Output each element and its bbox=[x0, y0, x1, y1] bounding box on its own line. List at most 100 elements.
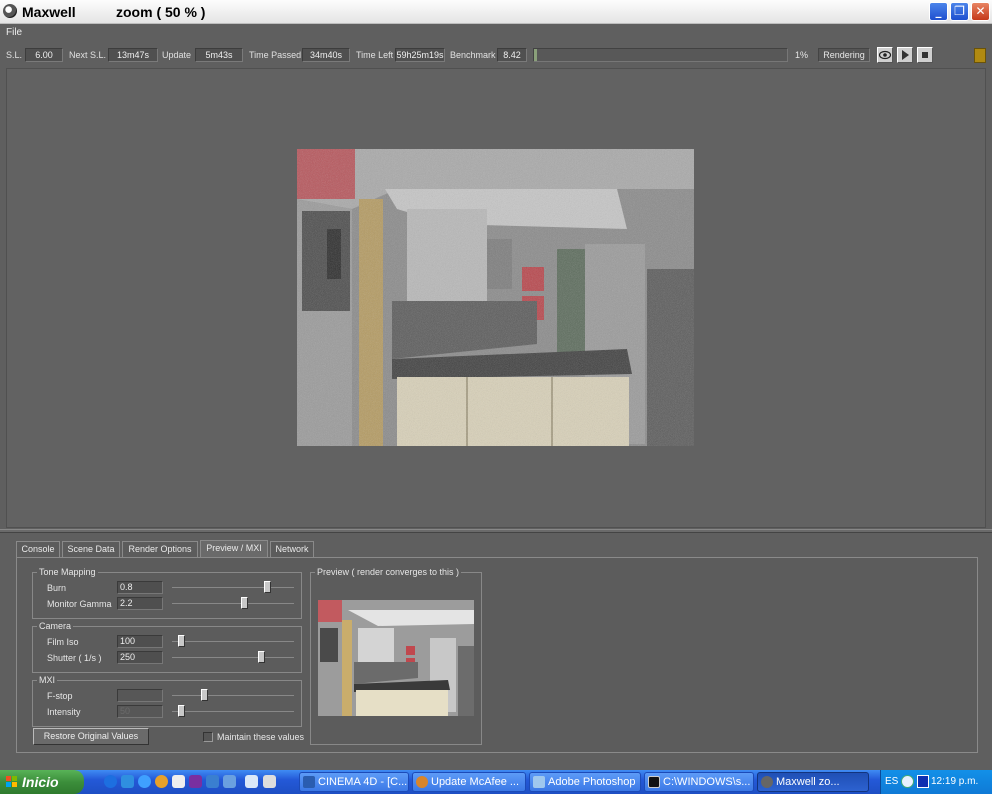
desktop-icon[interactable] bbox=[121, 775, 134, 788]
benchmark-label: Benchmark bbox=[450, 50, 496, 60]
language-indicator[interactable]: ES bbox=[885, 776, 898, 787]
next-sl-value: 13m47s bbox=[108, 48, 158, 62]
start-button[interactable]: Inicio bbox=[0, 770, 84, 794]
minimize-button[interactable]: _ bbox=[929, 2, 948, 21]
tab-preview-mxi[interactable]: Preview / MXI bbox=[200, 540, 268, 558]
messenger-icon[interactable] bbox=[138, 775, 151, 788]
film-iso-slider-thumb[interactable] bbox=[177, 635, 185, 647]
task-mcafee-label: Update McAfee ... bbox=[431, 776, 520, 788]
tray-arrow-icon[interactable] bbox=[901, 775, 914, 788]
intensity-label: Intensity bbox=[47, 707, 81, 717]
maxwell-app-icon bbox=[3, 4, 17, 18]
close-button[interactable]: ✕ bbox=[971, 2, 990, 21]
mxi-group: MXI bbox=[32, 675, 302, 727]
tab-scene-data[interactable]: Scene Data bbox=[62, 541, 120, 557]
tone-mapping-legend: Tone Mapping bbox=[39, 567, 96, 577]
window-zoom-label: zoom ( 50 % ) bbox=[116, 4, 206, 20]
sl-value: 6.00 bbox=[25, 48, 63, 62]
task-cmd[interactable]: C:\WINDOWS\s... bbox=[644, 772, 754, 792]
app-b-icon[interactable] bbox=[223, 775, 236, 788]
media-icon[interactable] bbox=[172, 775, 185, 788]
time-passed-value: 34m40s bbox=[302, 48, 350, 62]
restore-window-button[interactable]: ❐ bbox=[950, 2, 969, 21]
title-bar: Maxwell zoom ( 50 % ) _ ❐ ✕ bbox=[0, 0, 992, 24]
menu-bar: File bbox=[0, 24, 992, 42]
taskbar-clock: 12:19 p.m. bbox=[931, 776, 979, 787]
system-tray: ES 12:19 p.m. bbox=[880, 770, 992, 794]
camera-group: Camera bbox=[32, 621, 302, 673]
start-label: Inicio bbox=[22, 774, 59, 790]
shutter-slider-thumb[interactable] bbox=[258, 651, 266, 663]
window-app-name: Maxwell bbox=[22, 4, 76, 20]
task-mcafee[interactable]: Update McAfee ... bbox=[412, 772, 526, 792]
fstop-slider-track[interactable] bbox=[172, 695, 294, 696]
camera-legend: Camera bbox=[39, 621, 72, 631]
gamma-slider-track[interactable] bbox=[172, 603, 294, 604]
tab-console[interactable]: Console bbox=[16, 541, 60, 557]
vlc-icon[interactable] bbox=[189, 775, 202, 788]
photoshop-icon bbox=[533, 776, 545, 788]
time-passed-label: Time Passed bbox=[249, 50, 302, 60]
render-progress-bar bbox=[533, 48, 788, 62]
film-iso-slider-track[interactable] bbox=[172, 641, 294, 642]
next-sl-label: Next S.L. bbox=[69, 50, 107, 60]
task-cinema4d-label: CINEMA 4D - [C... bbox=[318, 776, 408, 788]
firefox-icon[interactable] bbox=[155, 775, 168, 788]
task-photoshop-label: Adobe Photoshop bbox=[548, 776, 636, 788]
burn-field[interactable]: 0.8 bbox=[117, 581, 163, 594]
fstop-label: F-stop bbox=[47, 691, 73, 701]
burn-slider-track[interactable] bbox=[172, 587, 294, 588]
eye-icon[interactable] bbox=[877, 47, 893, 63]
time-left-value: 59h25m19s bbox=[395, 48, 445, 62]
cinema4d-icon bbox=[303, 776, 315, 788]
app-d-icon[interactable] bbox=[263, 775, 276, 788]
task-photoshop[interactable]: Adobe Photoshop bbox=[529, 772, 641, 792]
render-image bbox=[297, 149, 694, 446]
gamma-field[interactable]: 2.2 bbox=[117, 597, 163, 610]
fstop-slider-thumb[interactable] bbox=[200, 689, 208, 701]
mcafee-icon bbox=[416, 776, 428, 788]
ie-icon[interactable] bbox=[104, 775, 117, 788]
sl-label: S.L. bbox=[6, 50, 23, 60]
shutter-slider-track[interactable] bbox=[172, 657, 294, 658]
gamma-slider-thumb[interactable] bbox=[241, 597, 248, 609]
task-cmd-label: C:\WINDOWS\s... bbox=[663, 776, 751, 788]
fstop-field[interactable] bbox=[117, 689, 163, 702]
play-icon[interactable] bbox=[897, 47, 913, 63]
task-maxwell-label: Maxwell zo... bbox=[776, 776, 840, 788]
preview-mxi-panel: Tone Mapping Burn 0.8 Monitor Gamma 2.2 … bbox=[16, 557, 978, 753]
panel-splitter[interactable] bbox=[0, 529, 992, 533]
film-iso-label: Film Iso bbox=[47, 637, 79, 647]
preview-legend: Preview ( render converges to this ) bbox=[317, 567, 460, 577]
intensity-slider-track[interactable] bbox=[172, 711, 294, 712]
app-a-icon[interactable] bbox=[206, 775, 219, 788]
app-c-icon[interactable] bbox=[245, 775, 258, 788]
update-label: Update bbox=[162, 50, 192, 60]
stop-icon[interactable] bbox=[917, 47, 933, 63]
tab-render-options[interactable]: Render Options bbox=[122, 541, 198, 557]
progress-percent: 1% bbox=[795, 50, 809, 60]
task-cinema4d[interactable]: CINEMA 4D - [C... bbox=[299, 772, 409, 792]
preview-thumbnail bbox=[318, 600, 474, 716]
mxi-legend: MXI bbox=[39, 675, 56, 685]
time-left-label: Time Left bbox=[356, 50, 394, 60]
intensity-slider-thumb[interactable] bbox=[177, 705, 185, 717]
tone-mapping-group: Tone Mapping bbox=[32, 567, 302, 619]
gamma-label: Monitor Gamma bbox=[47, 599, 112, 609]
windows-taskbar: Inicio CINEMA 4D - [C... Update McAfee .… bbox=[0, 770, 992, 794]
maintain-values-checkbox[interactable] bbox=[203, 732, 213, 742]
film-iso-field[interactable]: 100 bbox=[117, 635, 163, 648]
intensity-field[interactable]: 50 bbox=[117, 705, 163, 718]
windows-logo-icon bbox=[6, 776, 18, 788]
burn-slider-thumb[interactable] bbox=[264, 581, 271, 593]
shutter-field[interactable]: 250 bbox=[117, 651, 163, 664]
restore-original-values-button[interactable]: Restore Original Values bbox=[33, 728, 149, 745]
render-state-badge: Rendering bbox=[818, 48, 870, 62]
tray-app-icon[interactable] bbox=[917, 775, 929, 788]
tab-network[interactable]: Network bbox=[270, 541, 314, 557]
shutter-label: Shutter ( 1/s ) bbox=[47, 653, 102, 663]
task-maxwell[interactable]: Maxwell zo... bbox=[757, 772, 869, 792]
menu-file[interactable]: File bbox=[6, 27, 22, 38]
render-progress-fill bbox=[534, 49, 537, 61]
cmd-icon bbox=[648, 776, 660, 788]
